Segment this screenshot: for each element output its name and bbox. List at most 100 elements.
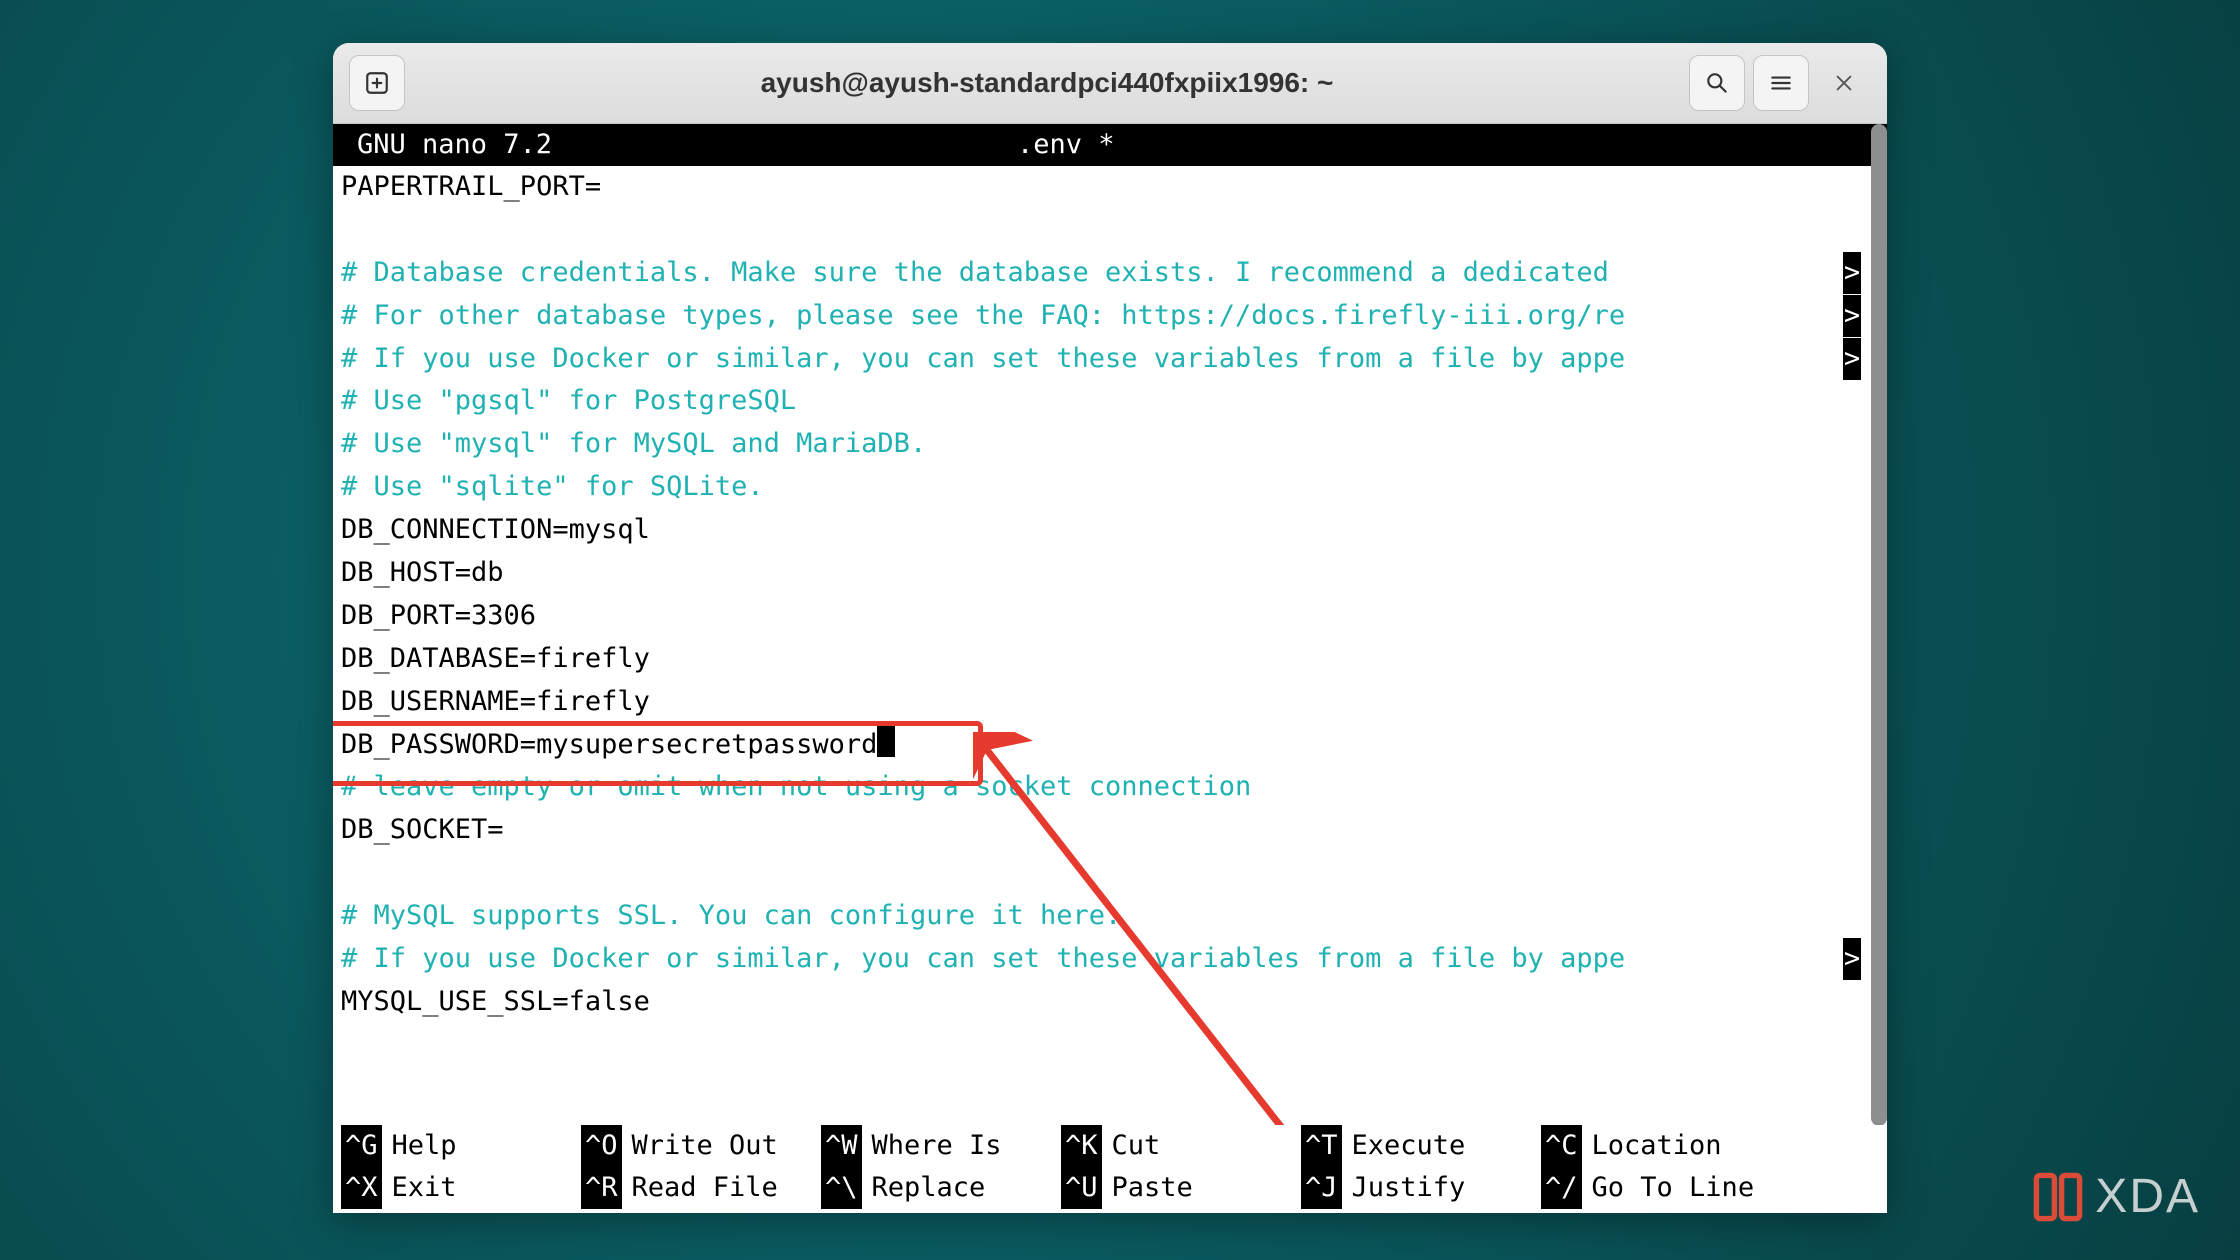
shortcut-key: ^K	[1061, 1125, 1102, 1167]
window-title: ayush@ayush-standardpci440fxpiix1996: ~	[413, 67, 1681, 99]
editor-line: PAPERTRAIL_PORT=	[341, 166, 1879, 209]
editor-line: # Use "sqlite" for SQLite.	[341, 466, 1879, 509]
line-text: DB_HOST=db	[341, 557, 504, 588]
editor-line: > # If you use Docker or similar, you can…	[341, 938, 1879, 981]
line-text: DB_CONNECTION=mysql	[341, 514, 650, 545]
xda-logo-text: XDA	[2095, 1169, 2200, 1224]
editor-line: MYSQL_USE_SSL=false	[341, 981, 1879, 1024]
menu-button[interactable]	[1753, 55, 1809, 111]
shortcut-key: ^G	[341, 1125, 382, 1167]
editor-line: > # If you use Docker or similar, you can…	[341, 338, 1879, 381]
terminal-window: ayush@ayush-standardpci440fxpiix1996: ~ …	[333, 43, 1887, 1213]
shortcut-label: Exit	[392, 1167, 457, 1209]
editor-line: # Use "pgsql" for PostgreSQL	[341, 380, 1879, 423]
shortcut-item: ^WWhere Is	[821, 1125, 1061, 1167]
shortcut-key: ^C	[1541, 1125, 1582, 1167]
nano-header: GNU nano 7.2 .env *	[333, 124, 1887, 166]
shortcut-label: Paste	[1112, 1167, 1193, 1209]
editor-line: > # Database credentials. Make sure the d…	[341, 252, 1879, 295]
shortcut-label: Location	[1592, 1125, 1722, 1167]
editor-line: DB_DATABASE=firefly	[341, 638, 1879, 681]
shortcut-label: Execute	[1352, 1125, 1466, 1167]
shortcut-label: Go To Line	[1592, 1167, 1755, 1209]
shortcut-key: ^R	[581, 1167, 622, 1209]
line-text: # leave empty or omit when not using a s…	[341, 771, 1251, 802]
line-text: # If you use Docker or similar, you can …	[341, 343, 1625, 374]
shortcut-label: Help	[392, 1125, 457, 1167]
shortcut-item: ^OWrite Out	[581, 1125, 821, 1167]
line-text: # MySQL supports SSL. You can configure …	[341, 900, 1121, 931]
shortcut-item: ^TExecute	[1301, 1125, 1541, 1167]
shortcut-label: Read File	[632, 1167, 778, 1209]
text-cursor	[877, 725, 895, 757]
nano-shortcuts: ^GHelp^OWrite Out^WWhere Is^KCut^TExecut…	[333, 1125, 1887, 1213]
editor-line	[341, 1024, 1879, 1067]
line-text: # Database credentials. Make sure the da…	[341, 257, 1625, 288]
editor-area[interactable]: PAPERTRAIL_PORT= > # Database credentials…	[333, 166, 1887, 1067]
search-icon	[1704, 70, 1730, 96]
nano-filename: .env *	[1017, 124, 1115, 166]
shortcut-item: ^GHelp	[341, 1125, 581, 1167]
close-button[interactable]	[1817, 56, 1871, 110]
overflow-marker: >	[1843, 252, 1861, 294]
search-button[interactable]	[1689, 55, 1745, 111]
new-tab-button[interactable]	[349, 55, 405, 111]
line-text: PAPERTRAIL_PORT=	[341, 171, 601, 202]
shortcut-item: ^RRead File	[581, 1167, 821, 1209]
close-icon	[1833, 72, 1855, 94]
line-text: DB_USERNAME=firefly	[341, 686, 650, 717]
editor-line: DB_CONNECTION=mysql	[341, 509, 1879, 552]
shortcut-key: ^T	[1301, 1125, 1342, 1167]
editor-line: DB_PASSWORD=mysupersecretpassword	[341, 724, 1879, 767]
line-text: DB_PASSWORD=mysupersecretpassword	[341, 729, 877, 760]
shortcut-label: Where Is	[872, 1125, 1002, 1167]
line-text	[341, 214, 357, 245]
shortcut-item: ^/Go To Line	[1541, 1167, 1781, 1209]
editor-line: DB_USERNAME=firefly	[341, 681, 1879, 724]
nano-app-label: GNU nano 7.2	[357, 124, 1017, 166]
shortcut-item: ^KCut	[1061, 1125, 1301, 1167]
shortcut-item: ^\Replace	[821, 1167, 1061, 1209]
xda-logo-icon	[2031, 1170, 2085, 1224]
editor-line	[341, 852, 1879, 895]
editor-line: DB_HOST=db	[341, 552, 1879, 595]
shortcut-label: Write Out	[632, 1125, 778, 1167]
line-text: # For other database types, please see t…	[341, 300, 1625, 331]
editor-line: # Use "mysql" for MySQL and MariaDB.	[341, 423, 1879, 466]
editor-line	[341, 209, 1879, 252]
line-text: # Use "pgsql" for PostgreSQL	[341, 385, 796, 416]
shortcut-item: ^UPaste	[1061, 1167, 1301, 1209]
line-text: # Use "mysql" for MySQL and MariaDB.	[341, 428, 926, 459]
overflow-marker: >	[1843, 295, 1861, 337]
shortcut-item: ^CLocation	[1541, 1125, 1781, 1167]
xda-watermark: XDA	[2031, 1169, 2200, 1224]
line-text: DB_DATABASE=firefly	[341, 643, 650, 674]
titlebar: ayush@ayush-standardpci440fxpiix1996: ~	[333, 43, 1887, 124]
line-text: # Use "sqlite" for SQLite.	[341, 471, 764, 502]
shortcut-label: Justify	[1352, 1167, 1466, 1209]
editor-line: # leave empty or omit when not using a s…	[341, 766, 1879, 809]
terminal-viewport[interactable]: GNU nano 7.2 .env * PAPERTRAIL_PORT= > # …	[333, 124, 1887, 1213]
overflow-marker: >	[1843, 938, 1861, 980]
editor-line: > # For other database types, please see …	[341, 295, 1879, 338]
shortcut-label: Cut	[1112, 1125, 1161, 1167]
editor-line: DB_PORT=3306	[341, 595, 1879, 638]
line-text	[341, 857, 357, 888]
shortcut-key: ^U	[1061, 1167, 1102, 1209]
line-text	[341, 1029, 357, 1060]
plus-box-icon	[364, 70, 390, 96]
editor-line: DB_SOCKET=	[341, 809, 1879, 852]
shortcut-key: ^\	[821, 1167, 862, 1209]
shortcut-item: ^XExit	[341, 1167, 581, 1209]
overflow-marker: >	[1843, 338, 1861, 380]
shortcut-key: ^X	[341, 1167, 382, 1209]
shortcut-key: ^J	[1301, 1167, 1342, 1209]
hamburger-icon	[1768, 70, 1794, 96]
shortcut-label: Replace	[872, 1167, 986, 1209]
shortcut-item: ^JJustify	[1301, 1167, 1541, 1209]
shortcut-key: ^W	[821, 1125, 862, 1167]
line-text: # If you use Docker or similar, you can …	[341, 943, 1625, 974]
line-text: MYSQL_USE_SSL=false	[341, 986, 650, 1017]
shortcut-key: ^O	[581, 1125, 622, 1167]
line-text: DB_SOCKET=	[341, 814, 504, 845]
